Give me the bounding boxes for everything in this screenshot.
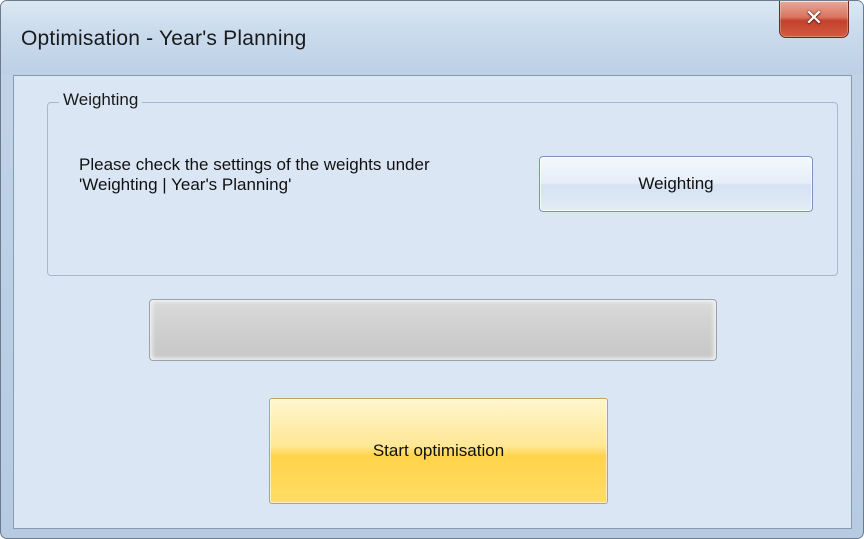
weighting-groupbox: Weighting Please check the settings of t…	[47, 90, 838, 276]
window-title: Optimisation - Year's Planning	[21, 27, 307, 50]
instruction-line-2: 'Weighting | Year's Planning'	[79, 175, 292, 194]
close-button[interactable]: ✕	[779, 1, 849, 38]
optimisation-dialog: Optimisation - Year's Planning ✕ Weighti…	[0, 0, 864, 539]
optimisation-progress-bar	[149, 299, 717, 361]
instruction-line-1: Please check the settings of the weights…	[79, 155, 430, 174]
close-icon: ✕	[804, 5, 824, 30]
dialog-client-area: Weighting Please check the settings of t…	[13, 75, 852, 529]
start-optimisation-button[interactable]: Start optimisation	[269, 398, 608, 504]
weighting-instructions: Please check the settings of the weights…	[79, 155, 539, 195]
weighting-button[interactable]: Weighting	[539, 156, 813, 212]
weighting-group-label: Weighting	[59, 90, 143, 110]
title-bar[interactable]: Optimisation - Year's Planning ✕	[1, 1, 863, 75]
